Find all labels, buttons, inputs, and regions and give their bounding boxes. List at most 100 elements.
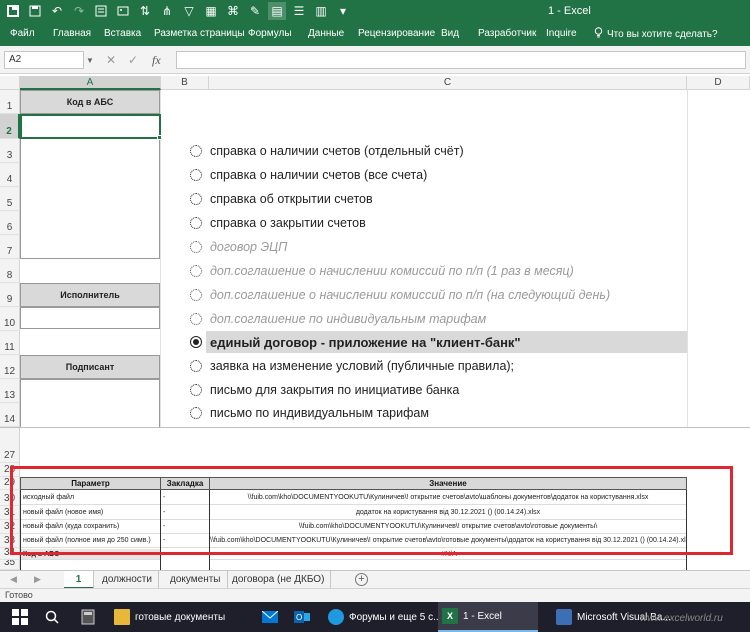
option-radio-selected[interactable]: единый договор - приложение на "клиент-б…	[190, 331, 521, 353]
code-icon[interactable]: ⌘	[224, 2, 242, 20]
row-header[interactable]: 27	[0, 428, 20, 463]
row-header[interactable]: 13	[0, 379, 20, 403]
column-header-b[interactable]: B	[161, 76, 209, 90]
row-header[interactable]: 14	[0, 403, 20, 427]
option-radio[interactable]: справка об открытии счетов	[190, 188, 373, 210]
taskbar-item-folder[interactable]: готовые документы	[110, 602, 225, 632]
pin-icon[interactable]: ✎	[246, 2, 264, 20]
list-icon[interactable]: ☰	[290, 2, 308, 20]
row-header[interactable]: 2	[0, 114, 20, 139]
tab-home[interactable]: Главная	[53, 28, 91, 39]
taskbar-item-label: готовые документы	[135, 611, 226, 623]
taskbar-item-excel[interactable]: X 1 - Excel	[438, 602, 538, 632]
option-radio[interactable]: письмо для закрытия по инициативе банка	[190, 379, 459, 401]
windows-start-icon[interactable]	[10, 607, 30, 627]
fill-handle[interactable]	[157, 135, 162, 140]
row-header[interactable]: 10	[0, 307, 20, 331]
prev-sheet-icon[interactable]: ◀	[10, 574, 17, 585]
sheet-icon[interactable]: ▦	[202, 2, 220, 20]
table-icon[interactable]: ▥	[312, 2, 330, 20]
sheet-tab-bar: ◀ ▶ 1 должности документы договора (не Д…	[0, 570, 750, 589]
executor-header: Исполнитель	[20, 283, 160, 307]
code-in-abs-header: Код в АБС	[20, 90, 160, 114]
filter-icon[interactable]: ▽	[180, 2, 198, 20]
radio-icon	[190, 169, 202, 181]
option-radio[interactable]: письмо по индивидуальным тарифам	[190, 402, 429, 424]
sheet-tab-positions[interactable]: должности	[96, 571, 159, 589]
tab-view[interactable]: Вид	[441, 28, 459, 39]
tell-me-search[interactable]: Что вы хотите сделать?	[594, 27, 718, 41]
row-header[interactable]: 35	[0, 560, 20, 570]
sheet-tab-1[interactable]: 1	[64, 571, 94, 589]
sort-icon[interactable]: ⇅	[136, 2, 154, 20]
taskbar-item-label: Форумы и еще 5 с...	[349, 611, 442, 623]
tab-data[interactable]: Данные	[308, 28, 344, 39]
option-radio-disabled: доп.соглашение по индивидуальным тарифам	[190, 308, 486, 330]
name-box[interactable]: A2	[4, 51, 84, 69]
radio-icon	[190, 265, 202, 277]
row-header[interactable]: 6	[0, 211, 20, 235]
row-header[interactable]: 8	[0, 259, 20, 283]
name-box-dropdown-icon[interactable]: ▼	[86, 56, 94, 65]
save-icon[interactable]	[26, 2, 44, 20]
outlook-icon[interactable]: O	[292, 607, 312, 627]
ribbon-tabs: Файл Главная Вставка Разметка страницы Ф…	[0, 22, 750, 46]
column-header-a[interactable]: A	[20, 76, 161, 90]
option-radio-disabled: доп.соглашение о начислении комиссий по …	[190, 284, 610, 306]
excel-logo-icon	[4, 2, 22, 20]
format-icon[interactable]: ▤	[268, 2, 286, 20]
insert-function-icon[interactable]: fx	[152, 53, 161, 68]
tab-page-layout[interactable]: Разметка страницы	[154, 28, 245, 39]
option-radio[interactable]: справка о наличии счетов (отдельный счёт…	[190, 140, 464, 162]
signer-box[interactable]	[20, 379, 160, 427]
radio-icon	[190, 241, 202, 253]
undo-icon[interactable]: ↶	[48, 2, 66, 20]
formula-input[interactable]	[176, 51, 746, 69]
row-header[interactable]: 1	[0, 90, 20, 114]
sheet-tab-documents[interactable]: документы	[164, 571, 228, 589]
customize-icon[interactable]: ▾	[334, 2, 352, 20]
radio-icon	[190, 145, 202, 157]
row-header[interactable]: 9	[0, 283, 20, 307]
option-label: справка о наличии счетов (все счета)	[210, 168, 428, 182]
column-header-c[interactable]: C	[209, 76, 687, 90]
image-icon[interactable]	[114, 2, 132, 20]
row-header[interactable]: 7	[0, 235, 20, 259]
mail-icon[interactable]	[260, 607, 280, 627]
tab-formulas[interactable]: Формулы	[248, 28, 292, 39]
option-radio[interactable]: заявка на изменение условий (публичные п…	[190, 355, 514, 377]
option-radio[interactable]: справка о наличии счетов (все счета)	[190, 164, 427, 186]
tree-icon[interactable]: ⋔	[158, 2, 176, 20]
add-sheet-button[interactable]: +	[355, 573, 368, 586]
search-icon[interactable]	[42, 607, 62, 627]
highlight-annotation-box	[10, 466, 733, 555]
redo-icon[interactable]: ↷	[70, 2, 88, 20]
option-radio-disabled: договор ЭЦП	[190, 236, 287, 258]
row-header[interactable]: 11	[0, 331, 20, 355]
tab-review[interactable]: Рецензирование	[358, 28, 435, 39]
option-label: справка об открытии счетов	[210, 192, 373, 206]
next-sheet-icon[interactable]: ▶	[34, 574, 41, 585]
active-cell-a2[interactable]	[20, 114, 161, 139]
tab-insert[interactable]: Вставка	[104, 28, 141, 39]
sheet-tab-contracts[interactable]: договора (не ДКБО)	[226, 571, 332, 589]
enter-icon[interactable]: ✓	[128, 53, 138, 67]
option-radio-disabled: доп.соглашение о начислении комиссий по …	[190, 260, 574, 282]
column-header-d[interactable]: D	[687, 76, 750, 90]
taskbar-item-browser[interactable]: Форумы и еще 5 с...	[324, 602, 441, 632]
tab-file[interactable]: Файл	[10, 28, 35, 39]
svg-text:O: O	[296, 613, 302, 622]
form-icon[interactable]	[92, 2, 110, 20]
option-radio[interactable]: справка о закрытии счетов	[190, 212, 366, 234]
option-label: доп.соглашение по индивидуальным тарифам	[210, 312, 487, 326]
calculator-icon[interactable]	[78, 607, 98, 627]
row-header[interactable]: 12	[0, 355, 20, 379]
row-header[interactable]: 3	[0, 139, 20, 163]
cancel-icon[interactable]: ✕	[106, 53, 116, 67]
tab-inquire[interactable]: Inquire	[546, 28, 577, 39]
select-all-corner[interactable]	[0, 76, 20, 90]
row-header[interactable]: 5	[0, 187, 20, 211]
row-header[interactable]: 4	[0, 163, 20, 187]
tab-developer[interactable]: Разработчик	[478, 28, 536, 39]
executor-box[interactable]	[20, 307, 160, 329]
